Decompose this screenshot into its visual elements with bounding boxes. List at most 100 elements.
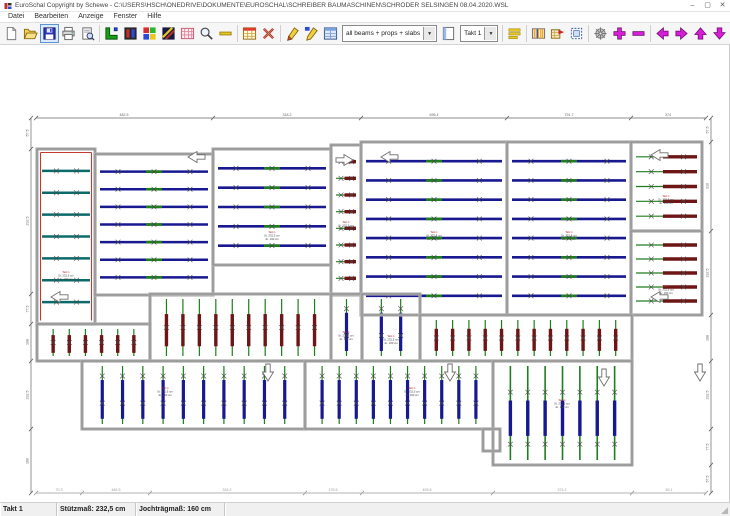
toolbar-separator	[526, 25, 527, 42]
beams-icon[interactable]	[159, 24, 178, 43]
svg-text:Jo: 160 cm: Jo: 160 cm	[659, 291, 673, 295]
view-filter-value: all beams + props + slabs	[343, 30, 423, 37]
toolbar: all beams + props + slabs ▼ Takt 1 ▼	[0, 23, 730, 45]
status-takt: Takt 1	[0, 503, 57, 516]
svg-text:77.5: 77.5	[26, 306, 30, 313]
svg-text:Jo: 160 cm: Jo: 160 cm	[265, 237, 279, 241]
svg-text:Jo: 160 cm: Jo: 160 cm	[158, 393, 172, 397]
maximize-button[interactable]: ▢	[700, 1, 715, 11]
new-icon[interactable]	[2, 24, 21, 43]
menu-bearbeiten[interactable]: Bearbeiten	[29, 12, 73, 22]
slabs-icon[interactable]	[140, 24, 159, 43]
menu-bar: Datei Bearbeiten Anzeige Fenster Hilfe	[0, 12, 730, 23]
pan-right-icon[interactable]	[672, 24, 691, 43]
floor-plan[interactable]: 482.5 318.2 696.4 791.7 374 70.3 482.5 318.2 176…	[0, 45, 730, 502]
list-table-icon[interactable]	[321, 24, 340, 43]
svg-text:160: 160	[26, 458, 30, 464]
svg-text:Jo: 160 cm: Jo: 160 cm	[59, 277, 73, 281]
svg-text:374.2: 374.2	[558, 488, 567, 492]
zoom-out-icon[interactable]	[629, 24, 648, 43]
move-table-icon[interactable]	[548, 24, 567, 43]
zoom-icon[interactable]	[197, 24, 216, 43]
selection-icon[interactable]	[567, 24, 586, 43]
print-preview-icon[interactable]	[78, 24, 97, 43]
table-icon[interactable]	[240, 24, 259, 43]
pan-up-icon[interactable]	[691, 24, 710, 43]
save-icon[interactable]	[40, 24, 59, 43]
toolbar-separator	[502, 25, 503, 42]
svg-text:Jo: 160 cm: Jo: 160 cm	[555, 405, 569, 409]
layers-icon[interactable]	[505, 24, 524, 43]
svg-text:Jo: 160 cm: Jo: 160 cm	[659, 201, 673, 205]
svg-text:Jo: 160 cm: Jo: 160 cm	[384, 341, 398, 345]
toolbar-separator	[237, 25, 238, 42]
app-icon	[4, 2, 12, 10]
drawing-canvas[interactable]: 482.5 318.2 696.4 791.7 374 70.3 482.5 318.2 176…	[0, 45, 730, 502]
svg-text:696.4: 696.4	[430, 113, 439, 117]
toolbar-separator	[650, 25, 651, 42]
measure-icon[interactable]	[216, 24, 235, 43]
menu-anzeige[interactable]: Anzeige	[73, 12, 108, 22]
status-stuetzmass: Stützmaß: 232,5 cm	[57, 503, 136, 516]
svg-text:Jo: 160 cm: Jo: 160 cm	[405, 393, 419, 397]
svg-text:Jo: 160 cm: Jo: 160 cm	[339, 227, 353, 231]
svg-text:232.5: 232.5	[26, 217, 30, 226]
toolbar-separator	[588, 25, 589, 42]
svg-text:57.5: 57.5	[26, 130, 30, 137]
svg-text:232.5: 232.5	[706, 269, 710, 278]
resize-grip[interactable]	[718, 503, 730, 516]
takt-value: Takt 1	[461, 30, 484, 37]
status-jochmass: Jochträgmaß: 160 cm	[136, 503, 225, 516]
print-icon[interactable]	[59, 24, 78, 43]
props-icon[interactable]	[121, 24, 140, 43]
toolbar-separator	[280, 25, 281, 42]
barcode-icon[interactable]	[529, 24, 548, 43]
svg-text:482.5: 482.5	[120, 113, 129, 117]
svg-text:108: 108	[706, 335, 710, 341]
menu-hilfe[interactable]: Hilfe	[142, 12, 166, 22]
menu-fenster[interactable]: Fenster	[109, 12, 143, 22]
title-bar: EuroSchal Copyright by Schewe - C:\USERS…	[0, 0, 730, 12]
delete-icon[interactable]	[259, 24, 278, 43]
formwork-grid-icon[interactable]	[178, 24, 197, 43]
svg-text:176.5: 176.5	[329, 488, 338, 492]
svg-text:70.3: 70.3	[56, 488, 63, 492]
svg-text:77.5: 77.5	[706, 444, 710, 451]
svg-text:493.6: 493.6	[423, 488, 432, 492]
menu-datei[interactable]: Datei	[0, 12, 29, 22]
svg-text:791.7: 791.7	[565, 113, 574, 117]
chevron-down-icon[interactable]: ▼	[423, 27, 435, 40]
svg-text:108: 108	[26, 339, 30, 345]
svg-text:374: 374	[665, 113, 671, 117]
svg-text:57.5: 57.5	[706, 476, 710, 483]
svg-text:Jo: 160 cm: Jo: 160 cm	[427, 237, 441, 241]
zoom-in-icon[interactable]	[610, 24, 629, 43]
svg-text:318.2: 318.2	[223, 488, 232, 492]
close-button[interactable]: ✕	[715, 1, 730, 11]
svg-text:Jo: 160 cm: Jo: 160 cm	[339, 337, 353, 341]
walls-icon[interactable]	[102, 24, 121, 43]
view-filter-combo[interactable]: all beams + props + slabs ▼	[342, 25, 437, 42]
sheet-icon[interactable]	[439, 24, 458, 43]
svg-text:482.5: 482.5	[112, 488, 121, 492]
svg-text:232.5: 232.5	[26, 391, 30, 400]
svg-text:65.1: 65.1	[666, 488, 673, 492]
takt-combo[interactable]: Takt 1 ▼	[460, 25, 498, 42]
open-icon[interactable]	[21, 24, 40, 43]
svg-text:310: 310	[706, 183, 710, 189]
pan-left-icon[interactable]	[653, 24, 672, 43]
status-bar: Takt 1 Stützmaß: 232,5 cm Jochträgmaß: 1…	[0, 502, 730, 516]
pan-down-icon[interactable]	[710, 24, 729, 43]
window-title: EuroSchal Copyright by Schewe - C:\USERS…	[15, 2, 685, 9]
svg-text:57.5: 57.5	[706, 127, 710, 134]
settings-wheel-icon[interactable]	[591, 24, 610, 43]
minimize-button[interactable]: –	[685, 1, 700, 11]
svg-text:Jo: 160 cm: Jo: 160 cm	[562, 237, 576, 241]
status-filler	[225, 503, 718, 516]
edit-blue-pencil-icon[interactable]	[302, 24, 321, 43]
svg-text:318.2: 318.2	[283, 113, 292, 117]
toolbar-separator	[99, 25, 100, 42]
chevron-down-icon[interactable]: ▼	[484, 27, 496, 40]
edit-red-pencil-icon[interactable]	[283, 24, 302, 43]
svg-text:232.5: 232.5	[706, 391, 710, 400]
